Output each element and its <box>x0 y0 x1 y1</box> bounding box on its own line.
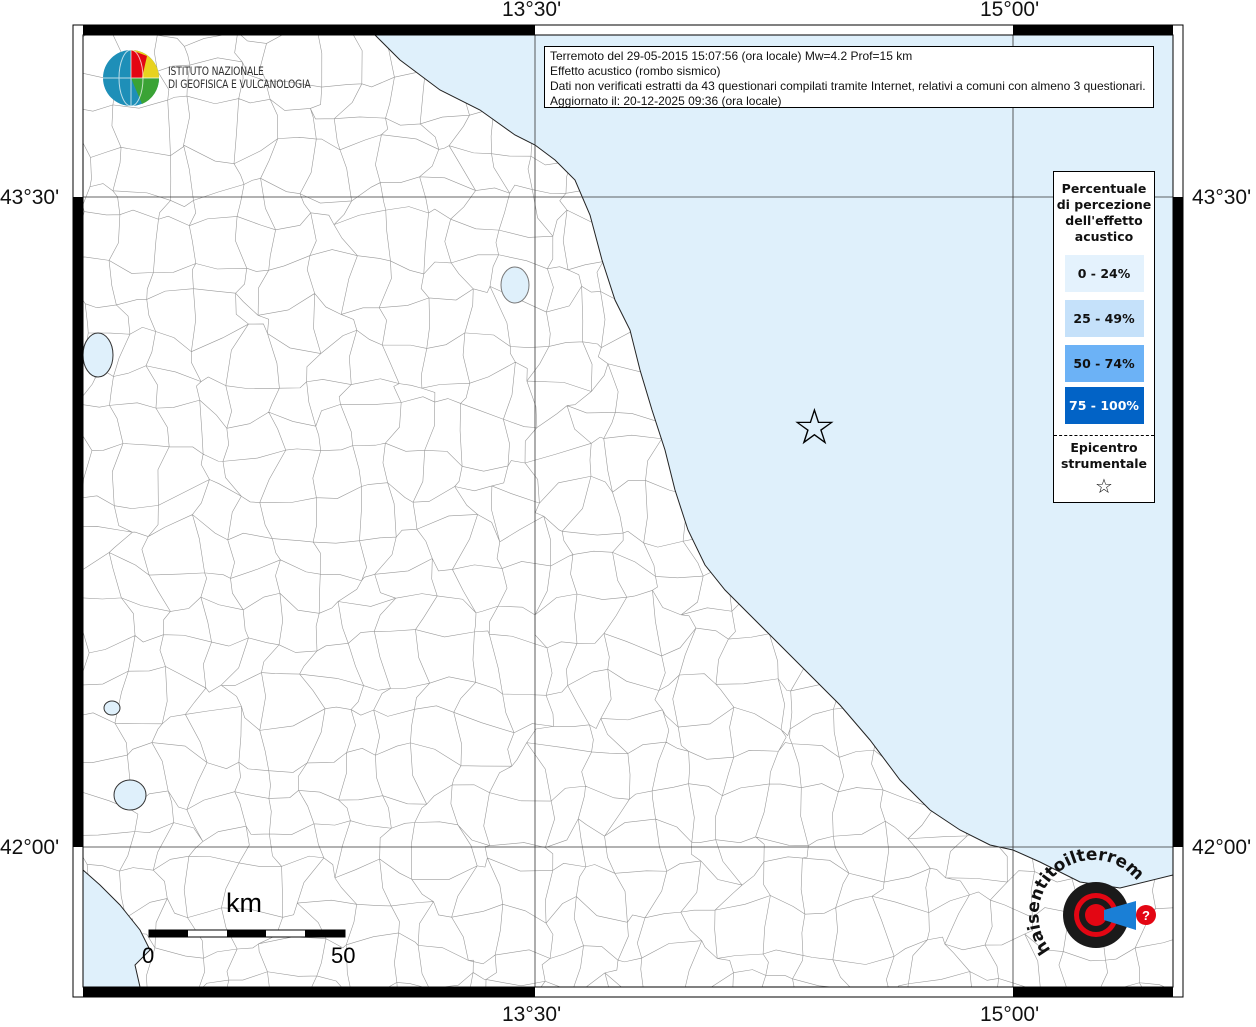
lat-label-left-4200: 42°00' <box>0 836 60 859</box>
legend-title-line: Percentuale <box>1061 181 1147 196</box>
map-canvas[interactable]: ? haisentitoilterremoto.it <box>0 0 1256 1024</box>
ingv-globe-icon <box>103 49 160 107</box>
legend-title-line: acustico <box>1074 229 1134 244</box>
lake <box>83 332 114 378</box>
scale-unit: km <box>226 888 262 918</box>
legend-title-line: di percezione <box>1056 197 1152 212</box>
legend: Percentuale di percezione dell'effetto a… <box>1053 171 1155 503</box>
lon-label-top-1500: 15°00' <box>980 0 1040 21</box>
legend-title: Percentuale di percezione dell'effetto a… <box>1054 181 1154 245</box>
svg-text:?: ? <box>1142 908 1150 923</box>
ingv-name-line2: DI GEOFISICA E VULCANOLOGIA <box>168 77 311 91</box>
lagoon <box>500 266 530 304</box>
lon-label-top-1330: 13°30' <box>502 0 562 21</box>
event-title: Terremoto del 29-05-2015 15:07:56 (ora l… <box>550 49 913 63</box>
scale-max: 50 <box>331 943 356 968</box>
legend-title-line: dell'effetto <box>1065 213 1143 228</box>
legend-class-0-24: 0 - 24% <box>1064 255 1144 292</box>
scale-bar <box>148 929 346 938</box>
lat-label-left-4330: 43°30' <box>0 186 60 209</box>
scale-min: 0 <box>142 943 155 968</box>
event-data-note: Dati non verificati estratti da 43 quest… <box>550 79 1146 93</box>
lake <box>103 700 121 716</box>
legend-class-25-49: 25 - 49% <box>1064 300 1144 337</box>
legend-class-75-100: 75 - 100% <box>1064 387 1144 424</box>
legend-class-50-74: 50 - 74% <box>1064 345 1144 382</box>
epicenter-star-icon[interactable]: ☆ <box>792 402 837 452</box>
lake <box>113 779 147 811</box>
event-info-box: Terremoto del 29-05-2015 15:07:56 (ora l… <box>544 46 1154 108</box>
legend-epicenter-label: strumentale <box>1060 456 1148 471</box>
legend-epicenter-label: Epicentro <box>1070 440 1138 455</box>
legend-star-icon: ☆ <box>1095 474 1113 498</box>
ingv-logo: ISTITUTO NAZIONALE DI GEOFISICA E VULCAN… <box>102 48 346 108</box>
lon-label-bottom-1500: 15°00' <box>980 1003 1040 1026</box>
lat-label-right-4330: 43°30' <box>1192 186 1252 209</box>
event-updated: Aggiornato il: 20-12-2025 09:36 (ora loc… <box>550 94 782 108</box>
event-effect: Effetto acustico (rombo sismico) <box>550 64 721 78</box>
lon-label-bottom-1330: 13°30' <box>502 1003 562 1026</box>
lat-label-right-4200: 42°00' <box>1192 836 1252 859</box>
legend-divider <box>1054 435 1154 436</box>
